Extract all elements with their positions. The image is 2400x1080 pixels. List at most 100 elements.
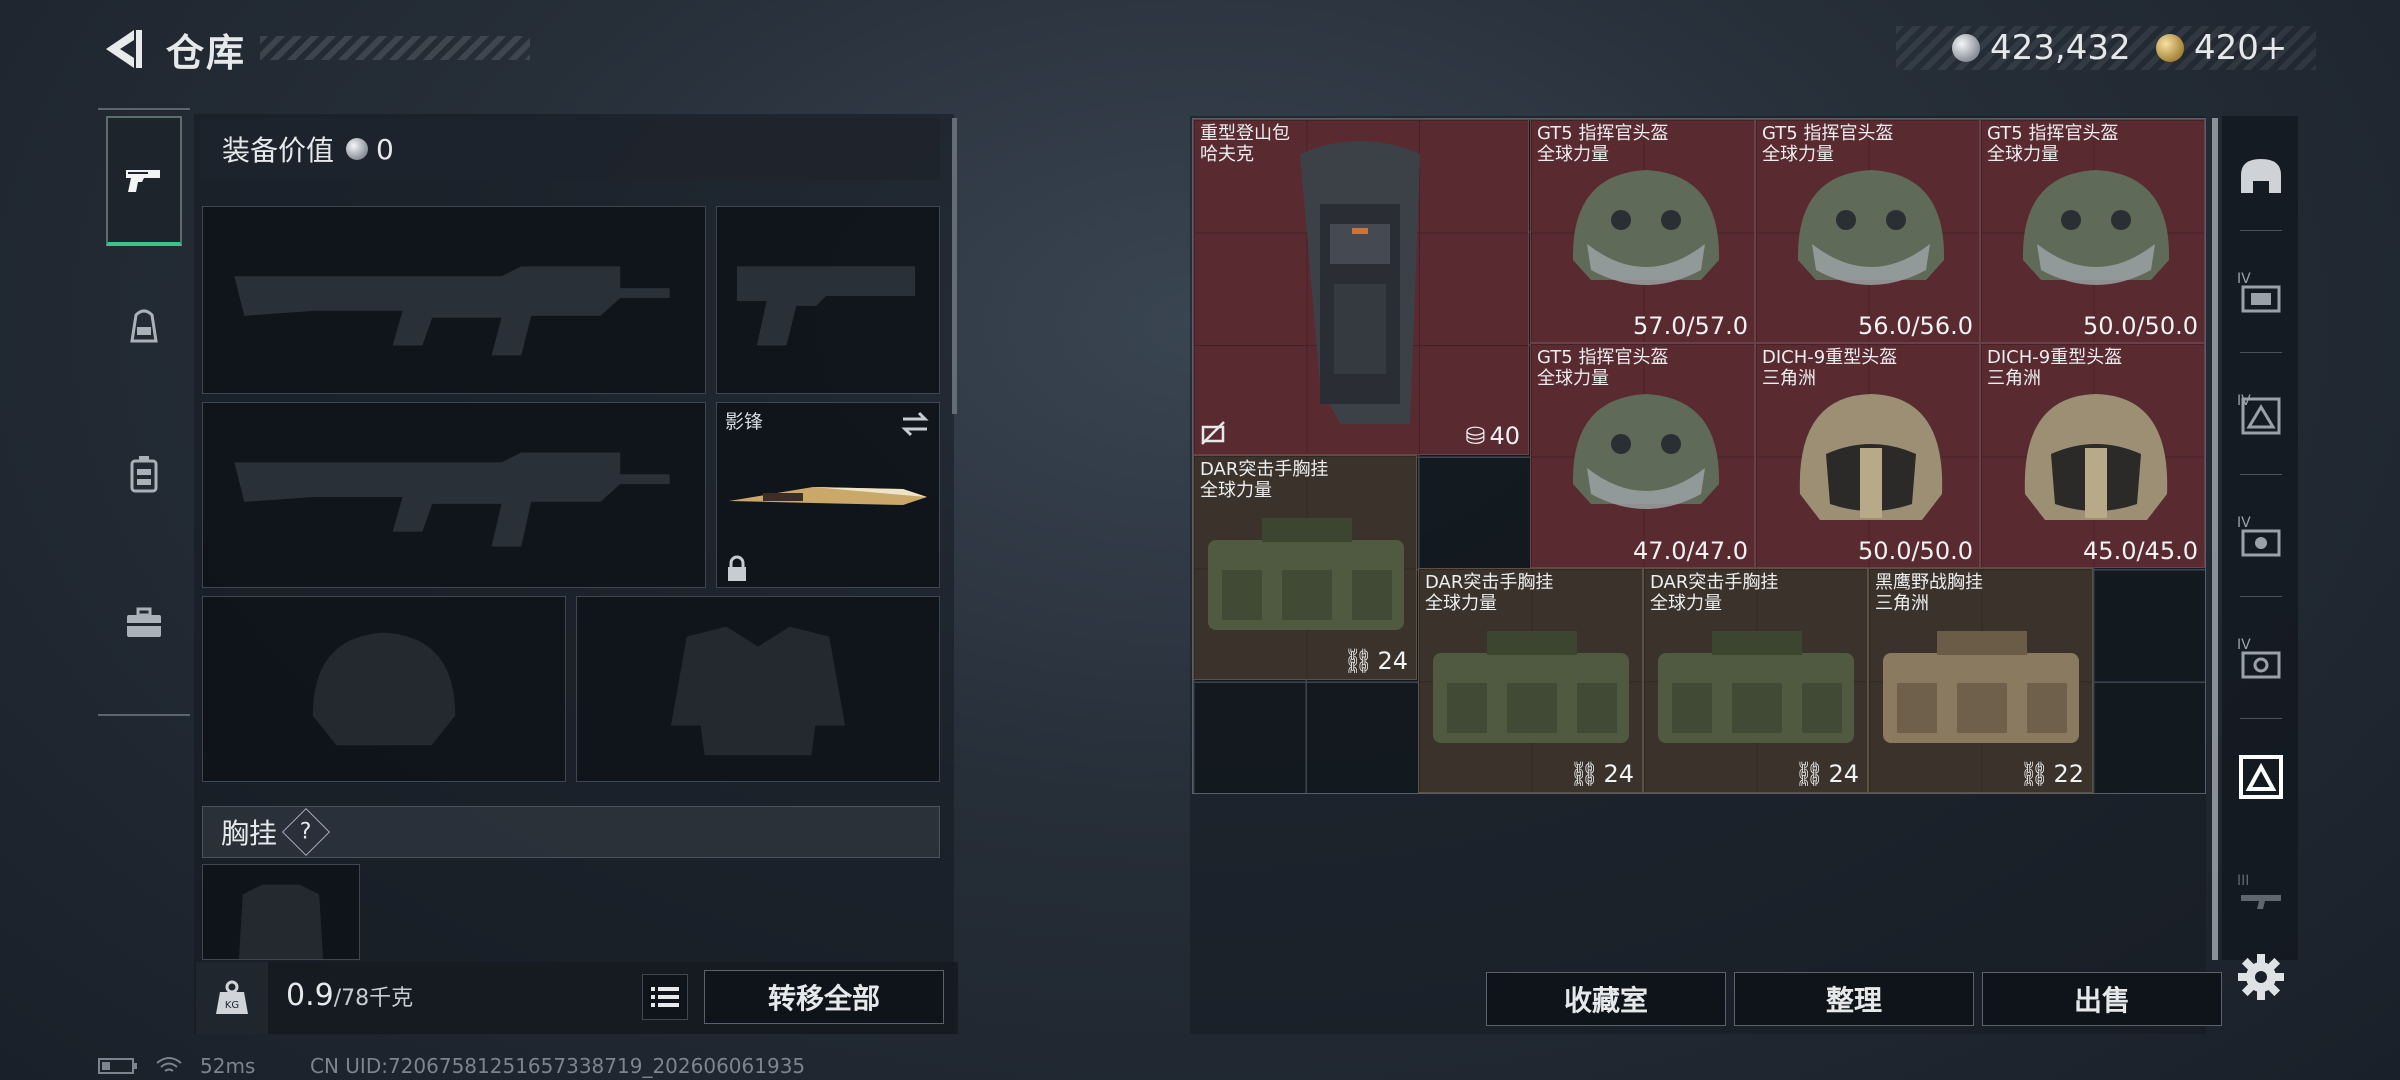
- helmet-image: [2022, 170, 2170, 285]
- rail-tab-weapons[interactable]: [106, 116, 182, 246]
- rail-separator: [2240, 352, 2282, 353]
- helmet-image: [1797, 170, 1945, 285]
- swap-icon[interactable]: [899, 409, 931, 439]
- chest-rig-header: 胸挂 ?: [202, 806, 940, 858]
- tier-4-rig-icon: IV: [2237, 393, 2281, 435]
- gold-currency: 420+: [2156, 26, 2287, 70]
- transfer-all-button[interactable]: 转移全部: [704, 970, 944, 1024]
- chest-rig-label: 胸挂: [221, 817, 278, 850]
- item-name: GT5 指挥官头盔 全球力量: [1537, 347, 1669, 389]
- melee-slot[interactable]: 影锋: [716, 402, 940, 588]
- back-arrow-icon[interactable]: [96, 24, 146, 74]
- item-name: GT5 指挥官头盔 全球力量: [1987, 123, 2119, 165]
- max-weight: /78千克: [333, 986, 414, 1011]
- item-name: DAR突击手胸挂 全球力量: [1200, 459, 1329, 501]
- item-capacity: ⛓ 24: [1342, 647, 1408, 675]
- item-capacity: ⛁ 40: [1465, 422, 1520, 450]
- rail-tab-tier4-gear[interactable]: IV: [2226, 624, 2296, 694]
- silver-coin-icon: [346, 138, 369, 160]
- item-helmet-dich9[interactable]: DICH-9重型头盔 三角洲 50.0/50.0: [1755, 343, 1980, 568]
- secondary-weapon-slot[interactable]: [202, 402, 706, 588]
- sell-button[interactable]: 出售: [1982, 972, 2222, 1026]
- item-chest-rig-dar[interactable]: DAR突击手胸挂 全球力量 ⛓ 24: [1193, 455, 1417, 680]
- armor-slot[interactable]: [576, 596, 940, 782]
- primary-weapon-slot[interactable]: [202, 206, 706, 394]
- item-durability: 50.0/50.0: [2083, 312, 2198, 340]
- rifle-silhouette-icon: [234, 266, 670, 356]
- item-helmet-gt5[interactable]: GT5 指挥官头盔 全球力量 56.0/56.0: [1755, 119, 1980, 343]
- svg-text:IV: IV: [2237, 515, 2251, 531]
- item-backpack[interactable]: 重型登山包 哈夫克 ⛁ 40: [1193, 119, 1529, 455]
- rail-tab-rig[interactable]: [2226, 742, 2296, 812]
- loadout-scrollbar[interactable]: [952, 118, 957, 414]
- rail-tab-tier3[interactable]: III: [2226, 860, 2296, 930]
- chest-rig-image: [1658, 631, 1854, 743]
- item-helmet-gt5[interactable]: GT5 指挥官头盔 全球力量 57.0/57.0: [1530, 119, 1755, 343]
- rail-separator: [2240, 474, 2282, 475]
- pistol-icon: [126, 170, 160, 192]
- chest-rig-image: [1208, 518, 1404, 630]
- equipment-value: 0: [376, 132, 394, 166]
- item-chest-rig-dar[interactable]: DAR突击手胸挂 全球力量 ⛓ 24: [1643, 568, 1868, 793]
- item-name: 黑鹰野战胸挂 三角洲: [1875, 572, 1983, 614]
- rail-tab-tier4-rig[interactable]: IV: [2226, 380, 2296, 450]
- weight-readout: 0.9/78千克: [286, 978, 413, 1013]
- knife-image: [729, 487, 927, 505]
- weight-icon: KG: [196, 962, 268, 1034]
- item-chest-rig-dar[interactable]: DAR突击手胸挂 全球力量 ⛓ 24: [1418, 568, 1643, 793]
- silver-amount: 423,432: [1990, 28, 2131, 68]
- item-name: DAR突击手胸挂 全球力量: [1425, 572, 1554, 614]
- item-chest-rig-blackhawk[interactable]: 黑鹰野战胸挂 三角洲 ⛓ 22: [1868, 568, 2093, 793]
- chest-rig-image: [1433, 631, 1629, 743]
- list-view-button[interactable]: [642, 974, 688, 1020]
- user-uid: CN UID:7206758125165733871​9_20260606193…: [310, 1054, 806, 1078]
- item-durability: 50.0/50.0: [1858, 537, 1973, 565]
- rig-capacity-icon: ⛓: [1568, 760, 1600, 788]
- helmet-slot[interactable]: [202, 596, 566, 782]
- equipment-value-bar: 装备价值 0: [200, 118, 940, 180]
- status-bar: 52ms: [98, 1054, 255, 1078]
- helmet-image: [1572, 170, 1720, 285]
- settings-gear-icon[interactable]: [2236, 952, 2286, 1002]
- rail-tab-tier4-armor[interactable]: IV: [2226, 502, 2296, 572]
- rail-separator: [2240, 596, 2282, 597]
- backpack-icon: [130, 309, 158, 343]
- ping: 52ms: [200, 1054, 256, 1078]
- item-helmet-gt5[interactable]: GT5 指挥官头盔 全球力量 50.0/50.0: [1980, 119, 2205, 343]
- list-icon: [651, 987, 679, 1007]
- item-durability: 45.0/45.0: [2083, 537, 2198, 565]
- svg-text:III: III: [2237, 873, 2249, 889]
- rig-silhouette-icon: [238, 884, 324, 959]
- svg-text:IV: IV: [2237, 271, 2251, 287]
- storage-scrollbar[interactable]: [2212, 118, 2218, 960]
- gold-amount: 420+: [2194, 28, 2288, 68]
- rail-tab-tier4-case[interactable]: IV: [2226, 258, 2296, 328]
- rail-tab-backpack[interactable]: [106, 262, 182, 392]
- collection-room-button[interactable]: 收藏室: [1486, 972, 1726, 1026]
- rail-tab-case[interactable]: [106, 558, 182, 688]
- rig-capacity-icon: ⛓: [2018, 760, 2050, 788]
- armor-silhouette-icon: [670, 626, 846, 756]
- pistol-slot[interactable]: [716, 206, 940, 394]
- equipment-value-label: 装备价值: [222, 134, 335, 167]
- tier-4-gear-icon: IV: [2237, 637, 2281, 679]
- sort-button[interactable]: 整理: [1734, 972, 1974, 1026]
- item-name: GT5 指挥官头盔 全球力量: [1537, 123, 1669, 165]
- rail-tab-chest-rig[interactable]: [106, 410, 182, 540]
- category-rail: [98, 108, 190, 716]
- title-decoration: [260, 36, 530, 60]
- item-capacity: ⛓ 24: [1793, 760, 1859, 788]
- helmet-image: [1572, 394, 1720, 509]
- help-icon[interactable]: ?: [281, 807, 331, 857]
- item-helmet-gt5[interactable]: GT5 指挥官头盔 全球力量 47.0/47.0: [1530, 343, 1755, 568]
- helmet-image: [1799, 394, 1943, 520]
- rail-tab-helmet[interactable]: [2226, 144, 2296, 214]
- item-helmet-dich9[interactable]: DICH-9重型头盔 三角洲 45.0/45.0: [1980, 343, 2205, 568]
- svg-text:IV: IV: [2237, 637, 2251, 653]
- battery-icon: [98, 1058, 137, 1074]
- chest-rig-image: [1883, 631, 2079, 743]
- rifle-silhouette-icon: [234, 452, 670, 547]
- chest-rig-slot[interactable]: [202, 864, 360, 960]
- tier-4-armor-icon: IV: [2237, 515, 2281, 557]
- silver-coin-icon: [1952, 34, 1980, 62]
